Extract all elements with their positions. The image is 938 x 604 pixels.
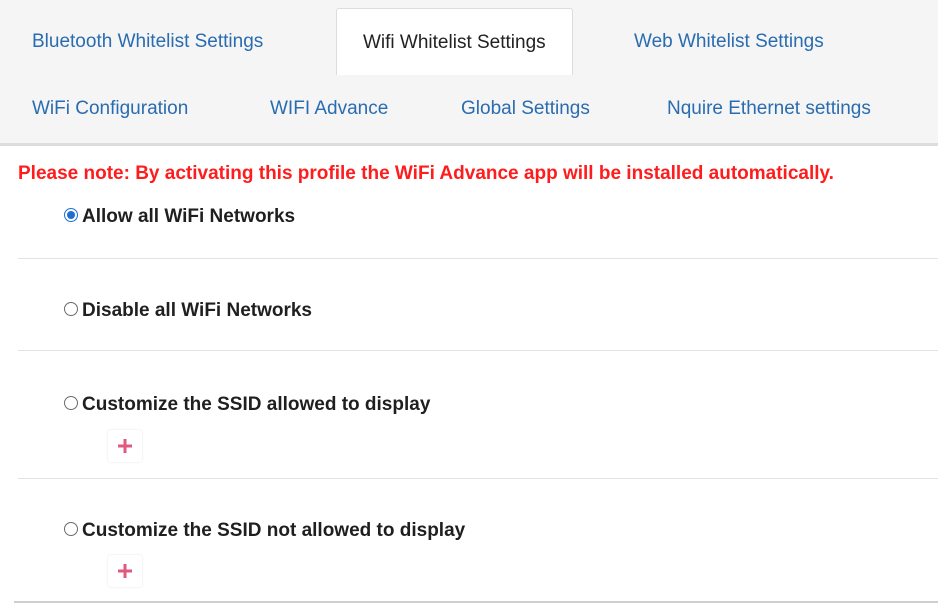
- customize-not-allowed-label: Customize the SSID not allowed to displa…: [82, 520, 466, 541]
- tab-nquire-ethernet-settings[interactable]: Nquire Ethernet settings: [667, 98, 871, 120]
- bottom-divider: [14, 601, 938, 603]
- option-disable-all-wifi[interactable]: Disable all WiFi Networks: [64, 299, 312, 323]
- add-not-allowed-ssid-button[interactable]: [108, 555, 142, 587]
- customize-allowed-label: Customize the SSID allowed to display: [82, 394, 431, 415]
- option-allow-all-wifi[interactable]: Allow all WiFi Networks: [64, 205, 295, 229]
- plus-icon: [118, 564, 132, 578]
- option-customize-ssid-not-allowed[interactable]: Customize the SSID not allowed to displa…: [64, 519, 465, 543]
- tab-web-whitelist-settings[interactable]: Web Whitelist Settings: [634, 31, 824, 53]
- wifi-whitelist-page: Bluetooth Whitelist Settings Wifi Whitel…: [0, 0, 938, 604]
- customize-not-allowed-radio[interactable]: [64, 522, 78, 536]
- allow-all-radio[interactable]: [64, 208, 78, 222]
- section-divider: [18, 350, 938, 351]
- settings-tabbar: Bluetooth Whitelist Settings Wifi Whitel…: [0, 0, 938, 146]
- add-allowed-ssid-button[interactable]: [108, 430, 142, 462]
- disable-all-label: Disable all WiFi Networks: [82, 300, 313, 321]
- plus-icon: [118, 439, 132, 453]
- tab-wifi-configuration[interactable]: WiFi Configuration: [32, 98, 188, 120]
- section-divider: [18, 258, 938, 259]
- activation-warning-note: Please note: By activating this profile …: [18, 163, 834, 184]
- option-customize-ssid-allowed[interactable]: Customize the SSID allowed to display: [64, 393, 430, 417]
- tab-wifi-advance[interactable]: WIFI Advance: [270, 98, 388, 120]
- tab-bluetooth-whitelist-settings[interactable]: Bluetooth Whitelist Settings: [32, 31, 263, 53]
- customize-allowed-radio[interactable]: [64, 396, 78, 410]
- allow-all-label: Allow all WiFi Networks: [82, 206, 296, 227]
- tab-global-settings[interactable]: Global Settings: [461, 98, 590, 120]
- tab-wifi-whitelist-settings[interactable]: Wifi Whitelist Settings: [336, 8, 573, 75]
- section-divider: [18, 478, 938, 479]
- disable-all-radio[interactable]: [64, 302, 78, 316]
